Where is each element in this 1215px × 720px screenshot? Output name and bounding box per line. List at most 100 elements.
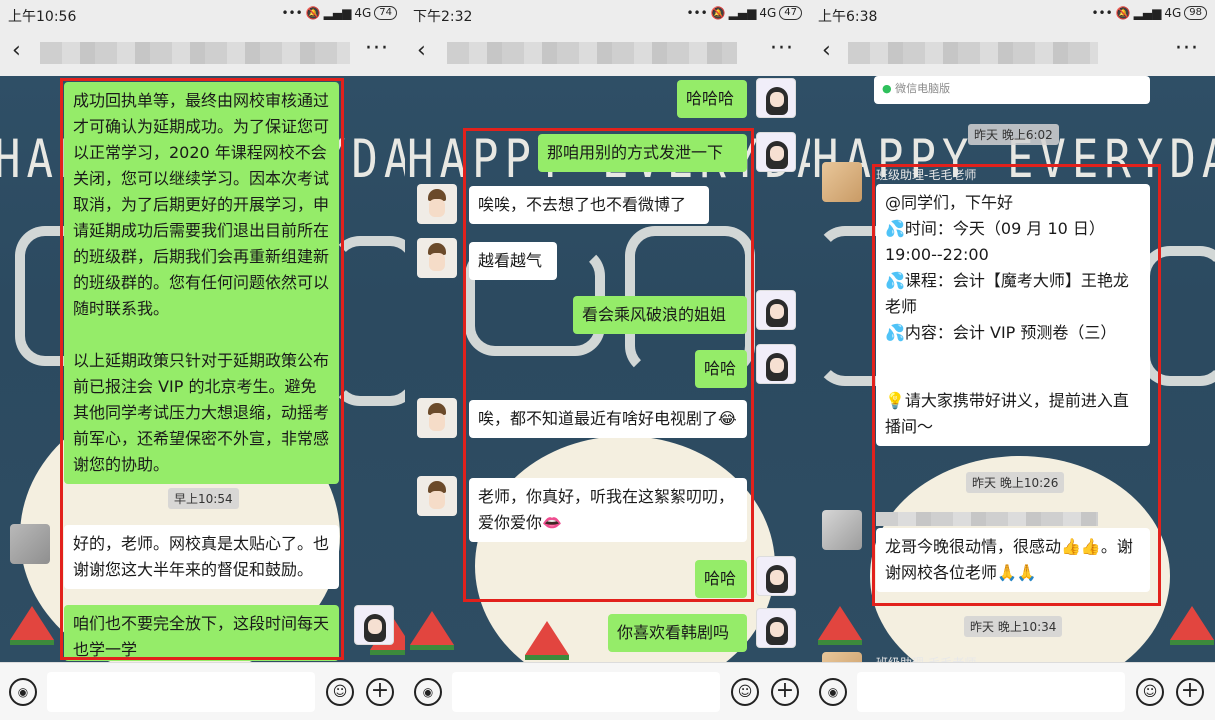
avatar[interactable]	[756, 344, 796, 384]
message-list[interactable]: HAPPY EVERYDAY 成功回执单等，最终由网校审核通过才可确认为延期成功…	[0, 76, 405, 662]
wallpaper-melon	[525, 621, 569, 660]
message-bubble[interactable]: 咱们也不要完全放下，这段时间每天也学一学	[64, 605, 339, 661]
emoji-icon[interactable]: ☺	[326, 678, 354, 706]
avatar[interactable]	[822, 510, 862, 550]
message-text: 你喜欢看韩剧吗	[617, 623, 730, 642]
message-list[interactable]: HAPPY EVERYDAY ● 微信电脑版 昨天 晚上6:02 班级助理-毛毛…	[810, 76, 1215, 662]
wechat-pc-icon: ●	[882, 82, 892, 95]
message-text: 龙哥今晚很动情，很感动👍👍。谢谢网校各位老师🙏🙏	[885, 537, 1133, 582]
wallpaper-brush	[1140, 246, 1215, 386]
message-bubble[interactable]: 老师，你真好，听我在这絮絮叨叨，爱你爱你👄	[469, 478, 747, 542]
dots-icon: •••	[1091, 6, 1113, 20]
status-icons: ••• 🔕 ▂▄▆ 4G 98	[1091, 6, 1207, 20]
message-bubble[interactable]: 唉唉，不去想了也不看微博了	[469, 186, 709, 224]
avatar[interactable]	[756, 78, 796, 118]
more-icon[interactable]: ···	[365, 36, 389, 61]
blurred-sender-name	[876, 512, 1098, 526]
message-bubble[interactable]: 那咱用别的方式发泄一下	[538, 134, 747, 172]
avatar[interactable]	[10, 524, 50, 564]
message-text: @同学们，下午好	[885, 193, 1014, 212]
avatar[interactable]	[417, 238, 457, 278]
network-label: 4G	[1164, 6, 1182, 20]
plus-icon[interactable]: +	[366, 678, 394, 706]
message-text: 哈哈	[704, 359, 737, 378]
avatar[interactable]	[756, 608, 796, 648]
back-icon[interactable]: ‹	[12, 38, 21, 63]
wallpaper-melon	[818, 606, 862, 645]
message-text: 哈哈哈	[686, 89, 735, 108]
message-text: 💦时间：今天（09 月 10 日）19:00--22:00	[885, 219, 1105, 264]
more-icon[interactable]: ···	[770, 36, 794, 61]
message-bubble[interactable]: 龙哥今晚很动情，很感动👍👍。谢谢网校各位老师🙏🙏	[876, 528, 1150, 592]
signal-icon: ▂▄▆	[323, 6, 352, 20]
signal-icon: ▂▄▆	[728, 6, 757, 20]
message-bubble[interactable]: 好的，老师。网校真是太贴心了。也谢谢您这大半年来的督促和鼓励。	[64, 525, 339, 589]
avatar[interactable]	[354, 605, 394, 645]
message-text: 好的，老师。网校真是太贴心了。也谢谢您这大半年来的督促和鼓励。	[73, 534, 330, 579]
forwarded-card[interactable]: ● 微信电脑版	[874, 76, 1150, 104]
chat-titlebar: ‹ ···	[810, 28, 1215, 76]
input-bar: ◉ ☺ +	[405, 662, 810, 720]
back-icon[interactable]: ‹	[417, 38, 426, 63]
network-label: 4G	[354, 6, 372, 20]
status-bar: 上午6:38 ••• 🔕 ▂▄▆ 4G 98	[810, 0, 1215, 28]
message-text: 💦内容：会计 VIP 预测卷（三）	[885, 323, 1117, 342]
dots-icon: •••	[281, 6, 303, 20]
message-bubble[interactable]: @同学们，下午好 💦时间：今天（09 月 10 日）19:00--22:00 💦…	[876, 184, 1150, 446]
message-list[interactable]: HAPPY EVERYDAY 哈哈哈 那咱用别的方式发泄一下 唉唉，不去想了也不…	[405, 76, 810, 662]
message-input[interactable]	[47, 672, 315, 712]
status-bar: 下午2:32 ••• 🔕 ▂▄▆ 4G 47	[405, 0, 810, 28]
status-time: 下午2:32	[413, 9, 473, 25]
message-input[interactable]	[857, 672, 1125, 712]
chat-titlebar: ‹ ···	[405, 28, 810, 76]
input-bar: ◉ ☺ +	[0, 662, 405, 720]
avatar[interactable]	[822, 652, 862, 662]
more-icon[interactable]: ···	[1175, 36, 1199, 61]
wallpaper-melon	[410, 611, 454, 650]
avatar[interactable]	[417, 476, 457, 516]
avatar[interactable]	[756, 556, 796, 596]
battery-icon: 74	[374, 6, 397, 20]
emoji-icon[interactable]: ☺	[731, 678, 759, 706]
message-bubble[interactable]: 哈哈哈	[677, 80, 747, 118]
network-label: 4G	[759, 6, 777, 20]
signal-icon: ▂▄▆	[1133, 6, 1162, 20]
mute-icon: 🔕	[710, 6, 726, 20]
chat-titlebar: ‹ ···	[0, 28, 405, 76]
message-text: 唉唉，不去想了也不看微博了	[478, 195, 687, 214]
back-icon[interactable]: ‹	[822, 38, 831, 63]
message-bubble[interactable]: 成功回执单等，最终由网校审核通过才可确认为延期成功。为了保证您可以正常学习，20…	[64, 82, 339, 484]
message-bubble[interactable]: 看会乘风破浪的姐姐	[573, 296, 747, 334]
plus-icon[interactable]: +	[1176, 678, 1204, 706]
avatar[interactable]	[417, 184, 457, 224]
wallpaper-melon	[10, 606, 54, 645]
message-input[interactable]	[452, 672, 720, 712]
status-icons: ••• 🔕 ▂▄▆ 4G 74	[281, 6, 397, 20]
blurred-chat-title	[40, 42, 350, 64]
timestamp: 昨天 晚上10:26	[966, 472, 1065, 493]
message-text: 看会乘风破浪的姐姐	[582, 305, 727, 324]
voice-icon[interactable]: ◉	[414, 678, 442, 706]
avatar[interactable]	[822, 162, 862, 202]
message-bubble[interactable]: 哈哈	[695, 350, 747, 388]
message-bubble[interactable]: 唉，都不知道最近有啥好电视剧了😂	[469, 400, 747, 438]
voice-icon[interactable]: ◉	[9, 678, 37, 706]
message-bubble[interactable]: 你喜欢看韩剧吗	[608, 614, 747, 652]
plus-icon[interactable]: +	[771, 678, 799, 706]
avatar[interactable]	[756, 290, 796, 330]
voice-icon[interactable]: ◉	[819, 678, 847, 706]
blurred-chat-title	[848, 42, 1098, 64]
status-icons: ••• 🔕 ▂▄▆ 4G 47	[686, 6, 802, 20]
message-text: 越看越气	[478, 251, 543, 270]
chat-panel-2: 下午2:32 ••• 🔕 ▂▄▆ 4G 47 ‹ ··· HAPPY EVERY…	[405, 0, 810, 720]
message-bubble[interactable]: 哈哈	[695, 560, 747, 598]
message-bubble[interactable]: 越看越气	[469, 242, 557, 280]
message-text: 咱们也不要完全放下，这段时间每天也学一学	[73, 614, 330, 659]
chat-panel-3: 上午6:38 ••• 🔕 ▂▄▆ 4G 98 ‹ ··· HAPPY EVERY…	[810, 0, 1215, 720]
message-text: 以上延期政策只针对于延期政策公布前已报注会 VIP 的北京考生。避免其他同学考试…	[73, 351, 330, 474]
timestamp: 早上10:54	[168, 488, 239, 509]
avatar[interactable]	[756, 132, 796, 172]
avatar[interactable]	[417, 398, 457, 438]
emoji-icon[interactable]: ☺	[1136, 678, 1164, 706]
timestamp: 昨天 晚上10:34	[964, 616, 1063, 637]
